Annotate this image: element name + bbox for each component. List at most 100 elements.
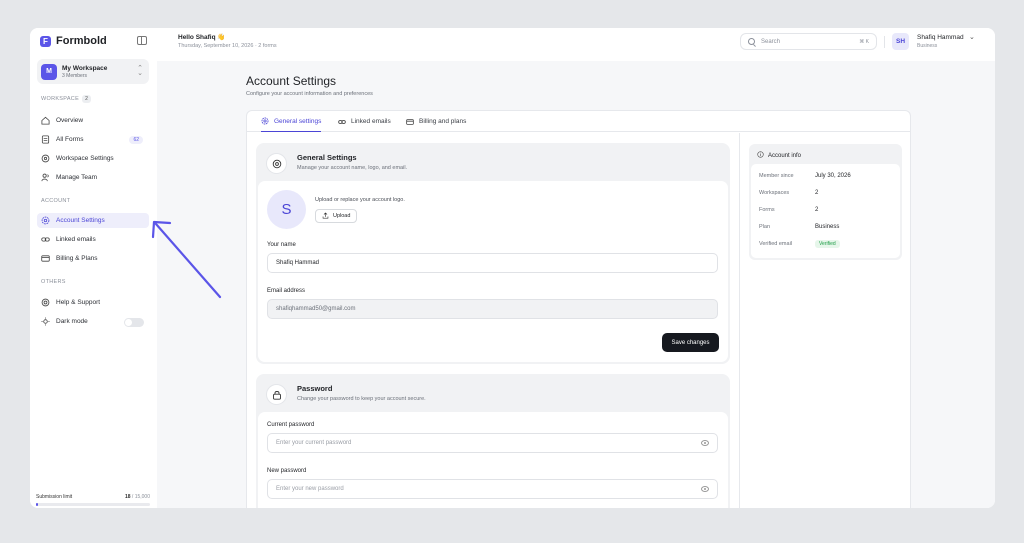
- sidebar-item-label: Manage Team: [56, 174, 98, 181]
- upload-hint: Upload or replace your account logo.: [315, 197, 405, 203]
- user-avatar[interactable]: SH: [892, 33, 909, 50]
- account-info-card: Account info Member since July 30, 2026 …: [749, 144, 902, 260]
- link-icon: [41, 235, 50, 244]
- search-placeholder: Search: [761, 38, 781, 45]
- workspace-switcher[interactable]: M My Workspace 3 Members ⌃ ⌄: [37, 59, 149, 84]
- name-field[interactable]: Shafiq Hammad: [267, 253, 718, 273]
- sidebar-item-label: Workspace Settings: [56, 155, 114, 162]
- save-changes-button[interactable]: Save changes: [662, 333, 719, 352]
- sidebar-collapse-icon[interactable]: [137, 36, 147, 45]
- sidebar-item-help-support[interactable]: Help & Support: [37, 295, 149, 310]
- form-icon: [41, 135, 50, 144]
- tab-billing-plans[interactable]: Billing and plans: [406, 111, 466, 132]
- top-header: Hello Shafiq 👋 Thursday, September 10, 2…: [157, 28, 995, 61]
- info-label: Member since: [759, 173, 794, 179]
- home-icon: [41, 116, 50, 125]
- sidebar-item-overview[interactable]: Overview: [37, 113, 149, 128]
- submission-limit-label: Submission limit: [36, 494, 73, 500]
- link-icon: [338, 118, 346, 126]
- formbold-logo-icon: F: [40, 35, 51, 47]
- sidebar-item-label: Account Settings: [56, 217, 105, 224]
- submission-progress-bar: [36, 503, 150, 506]
- section-label-account: ACCOUNT: [41, 198, 71, 204]
- tab-bar: General settings Linked emails Billing a…: [247, 111, 910, 132]
- chevron-down-icon[interactable]: ⌄: [969, 33, 975, 41]
- sidebar-item-label: Linked emails: [56, 236, 96, 243]
- general-settings-body: S Upload or replace your account logo. U…: [258, 181, 728, 362]
- upload-icon: [322, 212, 329, 221]
- section-label-workspace-text: WORKSPACE: [41, 96, 80, 102]
- email-field: shafiqhammad50@gmail.com: [267, 299, 718, 319]
- card-icon: [41, 254, 50, 263]
- forms-count-badge: 62: [129, 135, 143, 144]
- sidebar-item-workspace-settings[interactable]: Workspace Settings: [37, 151, 149, 166]
- sidebar-item-dark-mode: Dark mode: [37, 314, 149, 329]
- workspace-members: 3 Members: [62, 72, 88, 79]
- current-password-field[interactable]: Enter your current password: [267, 433, 718, 453]
- sidebar-item-label: All Forms: [56, 136, 84, 143]
- dark-mode-toggle[interactable]: [124, 318, 144, 327]
- email-field-value: shafiqhammad50@gmail.com: [276, 306, 356, 312]
- account-info-title: Account info: [768, 152, 802, 159]
- page-title: Account Settings: [246, 74, 337, 88]
- main-content: Account Settings Configure your account …: [157, 61, 995, 508]
- user-name[interactable]: Shafiq Hammad: [917, 34, 964, 41]
- sidebar-item-all-forms[interactable]: All Forms 62: [37, 132, 149, 147]
- submission-used: 18: [124, 494, 131, 500]
- password-panel: Password Change your password to keep yo…: [256, 374, 730, 508]
- search-icon: [748, 38, 755, 45]
- search-input[interactable]: Search ⌘ K: [740, 33, 877, 50]
- sidebar-item-label: Overview: [56, 117, 84, 124]
- workspace-avatar: M: [41, 63, 57, 80]
- general-settings-desc: Manage your account name, logo, and emai…: [297, 165, 408, 171]
- column-divider: [739, 133, 740, 508]
- card-icon: [406, 118, 414, 126]
- tab-general-settings[interactable]: General settings: [261, 111, 322, 132]
- sidebar-item-label: Billing & Plans: [56, 255, 98, 262]
- sidebar-item-label: Dark mode: [56, 318, 88, 325]
- sidebar-item-account-settings[interactable]: Account Settings: [37, 213, 149, 228]
- sidebar-item-label: Help & Support: [56, 299, 101, 306]
- current-password-placeholder: Enter your current password: [276, 440, 352, 446]
- page-subtitle: Configure your account information and p…: [246, 91, 373, 97]
- settings-icon: [266, 153, 287, 174]
- info-label: Plan: [759, 224, 771, 230]
- info-label: Forms: [759, 207, 775, 213]
- info-value: 2: [815, 207, 819, 213]
- submission-total: / 15,000: [131, 494, 150, 500]
- current-password-label: Current password: [267, 422, 315, 428]
- info-label: Workspaces: [759, 190, 790, 196]
- new-password-placeholder: Enter your new password: [276, 486, 344, 492]
- account-info-header: Account info: [757, 151, 801, 160]
- user-plan: Business: [917, 43, 938, 49]
- sidebar-item-manage-team[interactable]: Manage Team: [37, 170, 149, 185]
- annotation-arrow-icon: [151, 220, 222, 299]
- gear-icon: [261, 117, 269, 125]
- tab-linked-emails[interactable]: Linked emails: [338, 111, 391, 132]
- greeting: Hello Shafiq 👋: [178, 34, 226, 41]
- account-info-body: Member since July 30, 2026 Workspaces 2 …: [751, 164, 900, 258]
- section-label-others: OTHERS: [41, 279, 66, 285]
- sidebar-item-linked-emails[interactable]: Linked emails: [37, 232, 149, 247]
- upload-button[interactable]: Upload: [315, 209, 358, 223]
- section-label-workspace: WORKSPACE 2: [41, 95, 92, 103]
- submission-limit: Submission limit 18 / 15,000: [36, 494, 150, 506]
- sidebar-item-billing-plans[interactable]: Billing & Plans: [37, 251, 149, 266]
- info-value: 2: [815, 190, 819, 196]
- brand[interactable]: F Formbold: [40, 35, 107, 47]
- chevron-up-down-icon: ⌃ ⌄: [137, 65, 143, 77]
- lock-icon: [266, 384, 287, 405]
- eye-icon[interactable]: [701, 486, 709, 492]
- help-icon: [41, 298, 50, 307]
- settings-icon: [41, 154, 50, 163]
- new-password-field[interactable]: Enter your new password: [267, 479, 718, 499]
- verified-badge: Verified: [815, 240, 840, 248]
- password-desc: Change your password to keep your accoun…: [297, 396, 426, 402]
- workspace-count-badge: 2: [82, 95, 92, 103]
- general-settings-header: General Settings Manage your account nam…: [256, 143, 730, 181]
- general-settings-panel: General Settings Manage your account nam…: [256, 143, 730, 364]
- password-header: Password Change your password to keep yo…: [256, 374, 730, 412]
- search-shortcut: ⌘ K: [859, 38, 869, 45]
- upload-button-label: Upload: [333, 213, 351, 219]
- eye-icon[interactable]: [701, 440, 709, 446]
